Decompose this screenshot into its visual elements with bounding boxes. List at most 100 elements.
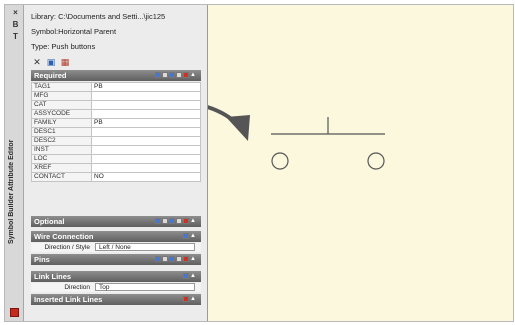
- attribute-name: DESC2: [31, 136, 92, 146]
- table-row[interactable]: XREF: [31, 163, 201, 173]
- symbol-contact-right: [367, 152, 385, 170]
- type-label: Type: Push buttons: [31, 42, 96, 51]
- link-direction-row: Direction Top: [31, 283, 201, 292]
- attribute-value[interactable]: [91, 91, 201, 101]
- section-wire-tools: ▲: [183, 233, 197, 240]
- symbol-drawing: [208, 105, 385, 170]
- opt-add-icon[interactable]: [155, 218, 161, 224]
- section-inserted-tools: ▲: [183, 296, 197, 303]
- properties-icon[interactable]: ▣: [46, 57, 56, 67]
- collapse-icon[interactable]: ▲: [190, 72, 197, 79]
- section-link-lines[interactable]: Link Lines ▲: [31, 271, 201, 282]
- toolbar: ✕ ▣ ▦: [32, 57, 70, 67]
- attribute-name: INST: [31, 145, 92, 155]
- attribute-value[interactable]: PB: [91, 118, 201, 128]
- symbol-contact-left: [271, 152, 289, 170]
- attribute-name: DESC1: [31, 127, 92, 137]
- attribute-value[interactable]: [91, 145, 201, 155]
- attribute-name: XREF: [31, 163, 92, 173]
- expand-icon[interactable]: ▲: [190, 218, 197, 225]
- table-row[interactable]: ASSYCODE: [31, 109, 201, 119]
- section-required-title: Required: [34, 71, 67, 80]
- required-attributes-table: TAG1 PB MFG CAT ASSYCODE FAMILY PB DESC1 DESC2 IN…: [31, 82, 201, 182]
- symbol-label: Symbol:Horizontal Parent: [31, 27, 117, 36]
- section-link-title: Link Lines: [34, 272, 72, 281]
- inserted-collapse-icon[interactable]: ▲: [190, 296, 197, 303]
- pin-copy-icon[interactable]: [176, 256, 182, 262]
- attribute-palette: Library: C:\Documents and Setti...\jic12…: [24, 5, 208, 321]
- link-direction-value[interactable]: Top: [95, 283, 195, 291]
- title-strip: × B T Symbol Builder Attribute Editor: [5, 5, 24, 321]
- wire-add-icon[interactable]: [183, 233, 189, 239]
- attribute-name: ASSYCODE: [31, 109, 92, 119]
- attribute-value[interactable]: [91, 163, 201, 173]
- section-optional-tools: ▲: [155, 218, 197, 225]
- section-optional[interactable]: Optional ▲: [31, 216, 201, 227]
- table-row[interactable]: DESC1: [31, 127, 201, 137]
- attribute-value[interactable]: PB: [91, 82, 201, 92]
- wire-direction-value[interactable]: Left / None: [95, 243, 195, 251]
- editor-window: × B T Symbol Builder Attribute Editor Li…: [4, 4, 514, 322]
- section-inserted-title: Inserted Link Lines: [34, 295, 103, 304]
- section-pins[interactable]: Pins ▲: [31, 254, 201, 265]
- attr-move-icon[interactable]: [169, 72, 175, 78]
- pins-collapse-icon[interactable]: ▲: [190, 256, 197, 263]
- pin-move-icon[interactable]: [169, 256, 175, 262]
- pin-edit-icon[interactable]: [162, 256, 168, 262]
- attribute-name: CAT: [31, 100, 92, 110]
- app-icon: [10, 308, 19, 317]
- pin-add-icon[interactable]: [155, 256, 161, 262]
- insert-icon[interactable]: ▦: [60, 57, 70, 67]
- link-add-icon[interactable]: [183, 273, 189, 279]
- callout-arrowhead: [226, 115, 250, 141]
- table-row[interactable]: INST: [31, 145, 201, 155]
- link-direction-label: Direction: [64, 284, 90, 291]
- attr-delete-icon[interactable]: [183, 72, 189, 78]
- library-label: Library: C:\Documents and Setti...\jic12…: [31, 12, 166, 21]
- table-row[interactable]: FAMILY PB: [31, 118, 201, 128]
- close-button[interactable]: ×: [11, 8, 20, 17]
- section-required[interactable]: Required ▲: [31, 70, 201, 81]
- attr-edit-icon[interactable]: [162, 72, 168, 78]
- opt-move-icon[interactable]: [169, 218, 175, 224]
- section-link-tools: ▲: [183, 273, 197, 280]
- attribute-value[interactable]: [91, 154, 201, 164]
- table-row[interactable]: TAG1 PB: [31, 82, 201, 92]
- strip-button-b[interactable]: B: [11, 20, 20, 29]
- drawing-canvas[interactable]: [208, 5, 513, 321]
- section-inserted-link-lines[interactable]: Inserted Link Lines ▲: [31, 294, 201, 305]
- inserted-delete-icon[interactable]: [183, 296, 189, 302]
- table-row[interactable]: CAT: [31, 100, 201, 110]
- palette-title: Symbol Builder Attribute Editor: [8, 140, 15, 245]
- table-row[interactable]: CONTACT NO: [31, 172, 201, 182]
- section-wire-connection[interactable]: Wire Connection ▲: [31, 231, 201, 242]
- pin-delete-icon[interactable]: [183, 256, 189, 262]
- strip-button-t[interactable]: T: [11, 32, 20, 41]
- section-pins-tools: ▲: [155, 256, 197, 263]
- attribute-value[interactable]: NO: [91, 172, 201, 182]
- attribute-value[interactable]: [91, 100, 201, 110]
- opt-delete-icon[interactable]: [183, 218, 189, 224]
- opt-edit-icon[interactable]: [162, 218, 168, 224]
- attribute-name: CONTACT: [31, 172, 92, 182]
- opt-copy-icon[interactable]: [176, 218, 182, 224]
- table-row[interactable]: DESC2: [31, 136, 201, 146]
- attr-add-icon[interactable]: [155, 72, 161, 78]
- link-collapse-icon[interactable]: ▲: [190, 273, 197, 280]
- attr-copy-icon[interactable]: [176, 72, 182, 78]
- section-optional-title: Optional: [34, 217, 65, 226]
- table-row[interactable]: MFG: [31, 91, 201, 101]
- attribute-value[interactable]: [91, 136, 201, 146]
- attribute-name: TAG1: [31, 82, 92, 92]
- section-pins-title: Pins: [34, 255, 50, 264]
- table-row[interactable]: LOC: [31, 154, 201, 164]
- attribute-name: MFG: [31, 91, 92, 101]
- attribute-value[interactable]: [91, 109, 201, 119]
- section-required-tools: ▲: [155, 72, 197, 79]
- attribute-name: FAMILY: [31, 118, 92, 128]
- attribute-value[interactable]: [91, 127, 201, 137]
- attribute-name: LOC: [31, 154, 92, 164]
- wire-direction-row: Direction / Style Left / None: [31, 243, 201, 252]
- pick-icon[interactable]: ✕: [32, 57, 42, 67]
- wire-collapse-icon[interactable]: ▲: [190, 233, 197, 240]
